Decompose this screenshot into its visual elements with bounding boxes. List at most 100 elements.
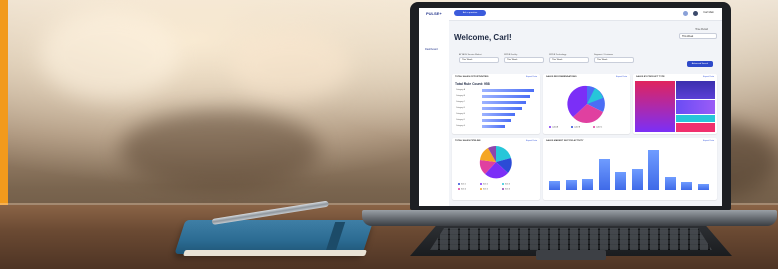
- filter-technology: WPDB Technology This Week: [549, 54, 589, 63]
- bar: [482, 107, 522, 110]
- filter-service-market: ATTACH Service Market This Week: [459, 54, 499, 63]
- trackpad: [536, 250, 606, 260]
- light-blob: [40, 10, 180, 100]
- export-link[interactable]: Export Data: [703, 140, 714, 142]
- legend-dot: [480, 183, 482, 185]
- legend-label: Label C: [596, 126, 603, 129]
- column: [697, 183, 709, 190]
- filter-label: WPDB Technology: [549, 54, 567, 56]
- bar-label: Category A: [456, 88, 465, 91]
- keyboard-keys: [430, 228, 712, 250]
- legend-item: Item 2: [480, 183, 488, 185]
- column: [598, 158, 610, 190]
- legend-item: Item 5: [480, 188, 488, 190]
- avatar[interactable]: [693, 11, 698, 16]
- legend-dot: [502, 188, 504, 190]
- bar-label: Category B: [456, 94, 465, 97]
- filter-label: Segment / Customer: [594, 54, 614, 56]
- sidebar: Dashboard: [419, 20, 449, 206]
- gear-icon[interactable]: [683, 11, 688, 16]
- legend-dot: [502, 183, 504, 185]
- legend-dot: [571, 126, 573, 128]
- export-link[interactable]: Export Data: [526, 76, 537, 78]
- card-title: TOTAL SALES OPPORTUNITIES: [455, 76, 489, 78]
- notebook-pages: [183, 250, 367, 256]
- card-title: SALES MARKET SECTOR ACTIVITY: [546, 140, 584, 142]
- treemap-block: [676, 81, 715, 99]
- column: [664, 176, 676, 190]
- column: [681, 182, 692, 190]
- legend-label: Item 5: [483, 188, 488, 191]
- top-nav: PULSE+ Ask a question Carl Main: [419, 8, 722, 21]
- card-title: SALES BY PRODUCT TYPE: [636, 76, 665, 78]
- column: [615, 172, 626, 190]
- sidebar-item-dashboard[interactable]: Dashboard: [425, 48, 438, 51]
- legend-dot: [593, 126, 595, 128]
- column: [549, 181, 560, 190]
- legend-item: Label B: [571, 126, 580, 128]
- column: [648, 150, 659, 190]
- pie-chart: [567, 85, 605, 124]
- legend-item: Item 6: [502, 188, 510, 190]
- legend-dot: [458, 188, 460, 190]
- treemap-block: [676, 100, 715, 114]
- bar: [482, 119, 511, 122]
- legend-label: Label A: [552, 126, 558, 129]
- filter-label: WPDB Facility: [504, 54, 518, 56]
- ask-question-button[interactable]: Ask a question: [454, 10, 486, 16]
- filter-select[interactable]: This Week: [459, 57, 499, 63]
- column: [631, 168, 643, 190]
- legend-item: Label C: [593, 126, 602, 128]
- shadow-blob: [120, 110, 320, 190]
- card-product-type: SALES BY PRODUCT TYPE Export Data: [633, 74, 717, 134]
- pie-chart: [479, 145, 512, 179]
- bar-label: Category D: [456, 106, 466, 109]
- filter-select[interactable]: This Week: [549, 57, 589, 63]
- page-title: Welcome, Carl!: [454, 33, 512, 42]
- bar-label: Category F: [456, 118, 465, 121]
- bar-label: Category C: [456, 100, 466, 103]
- card-sales-recommendations: SALES RECOMMENDATIONS Export Data Label …: [543, 74, 630, 134]
- legend-dot: [480, 188, 482, 190]
- filter-facility: WPDB Facility This Week: [504, 54, 544, 63]
- bar: [482, 89, 534, 92]
- legend-label: Label B: [574, 126, 581, 129]
- legend-dot: [458, 183, 460, 185]
- period-select[interactable]: This Week: [679, 33, 717, 39]
- bar-label: Category E: [456, 112, 465, 115]
- bar: [482, 113, 516, 116]
- legend-item: Item 3: [502, 183, 510, 185]
- export-link[interactable]: Export Data: [703, 76, 714, 78]
- rule-count: Total Rule Count: 958: [455, 82, 490, 86]
- brand-logo[interactable]: PULSE+: [426, 11, 442, 16]
- treemap-block: [635, 81, 675, 132]
- bar: [482, 95, 530, 98]
- card-sales-opportunities: TOTAL SALES OPPORTUNITIES Export Data To…: [452, 74, 540, 134]
- column: [582, 179, 593, 190]
- legend-item: Label A: [549, 126, 558, 128]
- laptop-base: [362, 210, 777, 226]
- filter-select[interactable]: This Week: [594, 57, 634, 63]
- user-name[interactable]: Carl Main: [703, 11, 714, 14]
- light-blob: [230, 30, 350, 100]
- card-sales-pipeline: TOTAL SALES PIPELINE Export Data Item 1I…: [452, 138, 540, 200]
- laptop-screen: PULSE+ Ask a question Carl Main Dashboar…: [419, 8, 722, 206]
- filter-segment: Segment / Customer This Week: [594, 54, 634, 63]
- legend-dot: [549, 126, 551, 128]
- bar-label: Category G: [456, 124, 466, 127]
- treemap-block: [676, 123, 715, 132]
- legend-label: Item 3: [505, 183, 510, 186]
- column: [565, 180, 577, 190]
- legend-label: Item 4: [461, 188, 466, 191]
- card-market-activity: SALES MARKET SECTOR ACTIVITY Export Data: [543, 138, 717, 200]
- legend-label: Item 1: [461, 183, 466, 186]
- advanced-search-button[interactable]: Advanced Search: [687, 61, 713, 67]
- treemap-block: [676, 115, 715, 122]
- legend-item: Item 1: [458, 183, 466, 185]
- legend-label: Item 6: [505, 188, 510, 191]
- bar: [482, 125, 505, 128]
- legend-label: Item 2: [483, 183, 488, 186]
- legend-item: Item 4: [458, 188, 466, 190]
- filter-select[interactable]: This Week: [504, 57, 544, 63]
- photo-scene: PULSE+ Ask a question Carl Main Dashboar…: [0, 0, 778, 269]
